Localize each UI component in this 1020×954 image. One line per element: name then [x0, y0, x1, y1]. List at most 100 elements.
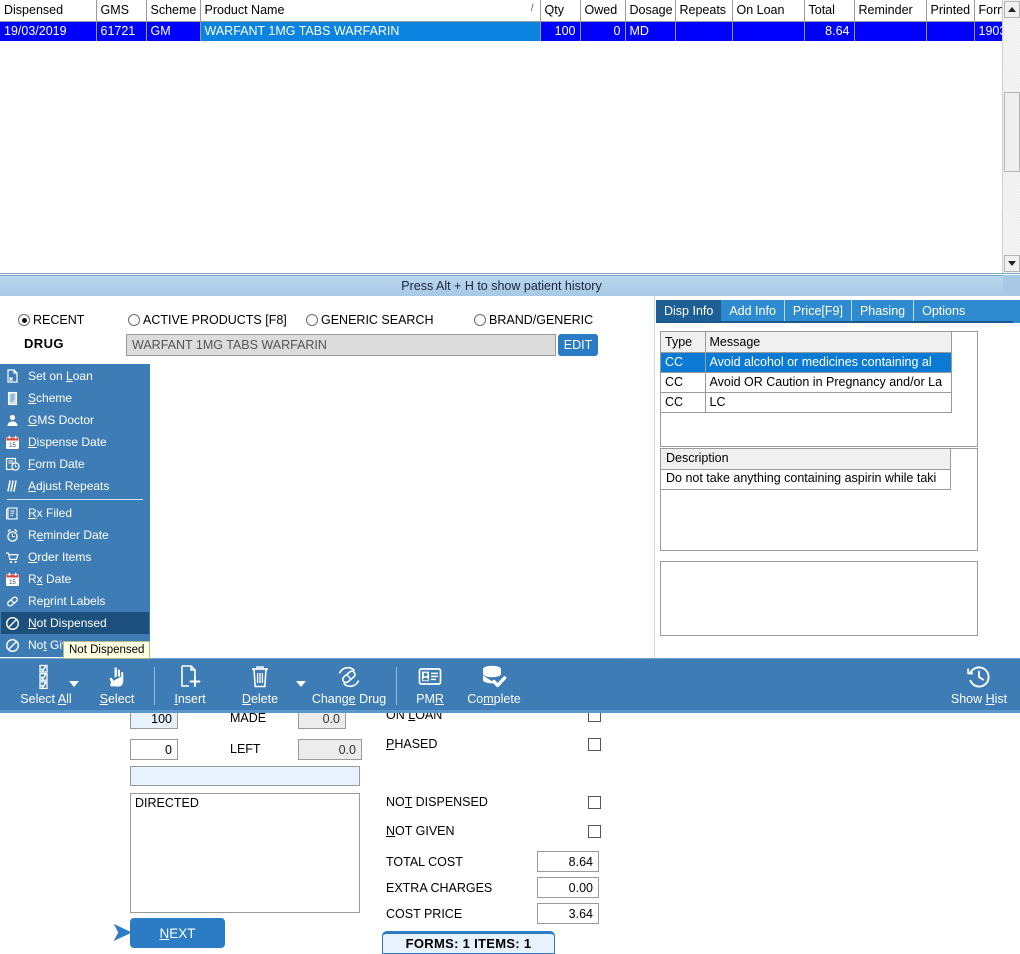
extra-charges-input[interactable]: 0.00 [537, 877, 599, 898]
col-owed[interactable]: Owed [580, 0, 626, 22]
notes-box[interactable] [660, 561, 978, 636]
owed-input[interactable]: 0 [130, 739, 178, 760]
menu-item-label: Rx Date [28, 572, 72, 586]
toolbar-label: Select All [20, 692, 72, 706]
gms-doctor-icon [4, 412, 21, 429]
col-form[interactable]: Form [974, 0, 1002, 22]
col-on-loan[interactable]: On Loan [732, 0, 805, 22]
row-context-menu: Set on Loan Scheme GMS Doctor 15 Dispens… [0, 364, 150, 657]
menu-item-rx-date[interactable]: 15 Rx Date [1, 568, 149, 590]
info-tabstrip: Disp Info Add Info Price[F9] Phasing Opt… [656, 300, 1013, 323]
toolbar-label: Select [99, 692, 135, 706]
radio-recent[interactable]: RECENT [18, 313, 84, 327]
tab-disp-info[interactable]: Disp Info [656, 300, 722, 321]
drug-info-panel: Disp Info Add Info Price[F9] Phasing Opt… [656, 296, 1020, 658]
delete-caret-icon[interactable] [296, 681, 306, 687]
col-total[interactable]: Total [804, 0, 855, 22]
menu-item-reminder-date[interactable]: Reminder Date [1, 524, 149, 546]
col-printed[interactable]: Printed [926, 0, 975, 22]
col-repeats[interactable]: Repeats [675, 0, 733, 22]
calendar-icon: 15 [4, 571, 21, 588]
message-text: Avoid alcohol or medicines containing al [705, 352, 952, 373]
cost-price-input[interactable]: 3.64 [537, 903, 599, 924]
scrollbar-thumb[interactable] [1004, 92, 1020, 172]
tab-options[interactable]: Options [914, 300, 973, 321]
toolbar-change-drug-button[interactable]: Change Drug [306, 662, 392, 710]
tab-price[interactable]: Price[F9] [785, 300, 852, 321]
toolbar-label: Delete [241, 692, 279, 706]
menu-item-label: Rx Filed [28, 506, 73, 520]
grid-scroll-area[interactable]: Dispensed GMS Scheme / Product Name Qty O… [0, 0, 1002, 273]
menu-item-reprint-labels[interactable]: Reprint Labels [1, 590, 149, 612]
extra-charges-label: EXTRA CHARGES [386, 881, 493, 895]
toolbar-insert-button[interactable]: Insert [162, 662, 218, 710]
radio-recent-label: RECENT [33, 313, 85, 327]
table-row[interactable]: 19/03/2019 61721 GM WARFANT 1MG TABS WAR… [0, 21, 1002, 41]
hint-bar-filler [1003, 275, 1020, 296]
toolbar-select-button[interactable]: Select [88, 662, 146, 710]
toolbar-complete-button[interactable]: Complete [458, 662, 530, 710]
radio-circle-icon [128, 314, 140, 326]
radio-generic-search[interactable]: GENERIC SEARCH [306, 313, 434, 327]
total-cost-input[interactable]: 8.64 [537, 851, 599, 872]
menu-item-adjust-repeats[interactable]: Adjust Repeats [1, 475, 149, 497]
cell-dosage: MD [625, 21, 676, 41]
col-gms[interactable]: GMS [96, 0, 147, 22]
drug-input[interactable]: WARFANT 1MG TABS WARFARIN [126, 334, 556, 356]
message-type: CC [661, 372, 706, 393]
grid-vertical-scrollbar[interactable] [1002, 0, 1020, 273]
phased-checkbox[interactable] [588, 738, 601, 751]
menu-item-dispense-date[interactable]: 15 Dispense Date [1, 431, 149, 453]
messages-list[interactable]: Type Message CC Avoid alcohol or medicin… [660, 331, 978, 447]
toolbar-label: Show Hist [950, 692, 1008, 706]
directions-textarea[interactable]: DIRECTED [130, 793, 360, 913]
menu-item-form-date[interactable]: Form Date [1, 453, 149, 475]
cell-printed [926, 21, 975, 41]
no-entry-icon [4, 615, 21, 632]
directions-code-input[interactable] [130, 766, 360, 786]
calendar-icon: 15 [4, 434, 21, 451]
message-text: LC [705, 392, 952, 413]
scroll-up-button[interactable] [1004, 1, 1020, 18]
message-row[interactable]: CC LC [661, 392, 952, 413]
left-input[interactable]: 0.0 [298, 739, 362, 760]
database-check-icon [480, 662, 508, 692]
col-product-name[interactable]: / Product Name [200, 0, 541, 22]
toolbar-pmr-button[interactable]: PMR [404, 662, 456, 710]
select-all-caret-icon[interactable] [69, 681, 79, 687]
message-row[interactable]: CC Avoid OR Caution in Pregnancy and/or … [661, 372, 952, 393]
menu-item-label: Reminder Date [28, 528, 109, 542]
menu-item-label: Set on Loan [28, 369, 93, 383]
scroll-down-button[interactable] [1004, 255, 1020, 272]
edit-drug-button[interactable]: EDIT [558, 334, 598, 356]
radio-brand-generic[interactable]: BRAND/GENERIC [474, 313, 593, 327]
description-panel[interactable]: Description Do not take anything contain… [660, 448, 978, 551]
table-header-row: Dispensed GMS Scheme / Product Name Qty O… [0, 0, 1002, 22]
tab-add-info[interactable]: Add Info [721, 300, 785, 321]
menu-item-scheme[interactable]: Scheme [1, 387, 149, 409]
col-reminder[interactable]: Reminder [854, 0, 927, 22]
toolbar-delete-button[interactable]: Delete [232, 662, 288, 710]
col-dosage[interactable]: Dosage [625, 0, 676, 22]
toolbar-show-hist-button[interactable]: Show Hist [942, 662, 1016, 710]
menu-item-rx-filed[interactable]: Rx Filed [1, 502, 149, 524]
message-row[interactable]: CC Avoid alcohol or medicines containing… [661, 352, 952, 373]
next-button[interactable]: NEXT [130, 918, 225, 948]
col-dispensed[interactable]: Dispensed [0, 0, 97, 22]
not-given-checkbox[interactable] [588, 825, 601, 838]
cell-dispensed: 19/03/2019 [0, 21, 97, 41]
radio-brand-generic-label: BRAND/GENERIC [489, 313, 594, 327]
radio-active-products[interactable]: ACTIVE PRODUCTS [F8] [128, 313, 287, 327]
col-type: Type [661, 332, 706, 353]
menu-item-not-dispensed[interactable]: Not Dispensed [1, 612, 149, 634]
total-cost-label: TOTAL COST [386, 855, 463, 869]
not-dispensed-checkbox[interactable] [588, 796, 601, 809]
col-scheme[interactable]: Scheme [146, 0, 201, 22]
menu-item-set-on-loan[interactable]: Set on Loan [1, 365, 149, 387]
menu-item-gms-doctor[interactable]: GMS Doctor [1, 409, 149, 431]
menu-item-order-items[interactable]: Order Items [1, 546, 149, 568]
col-qty[interactable]: Qty [540, 0, 581, 22]
tab-phasing[interactable]: Phasing [852, 300, 915, 321]
search-mode-radio-group: RECENT ACTIVE PRODUCTS [F8] GENERIC SEAR… [10, 313, 650, 333]
forms-items-tab[interactable]: FORMS: 1 ITEMS: 1 [382, 931, 555, 954]
